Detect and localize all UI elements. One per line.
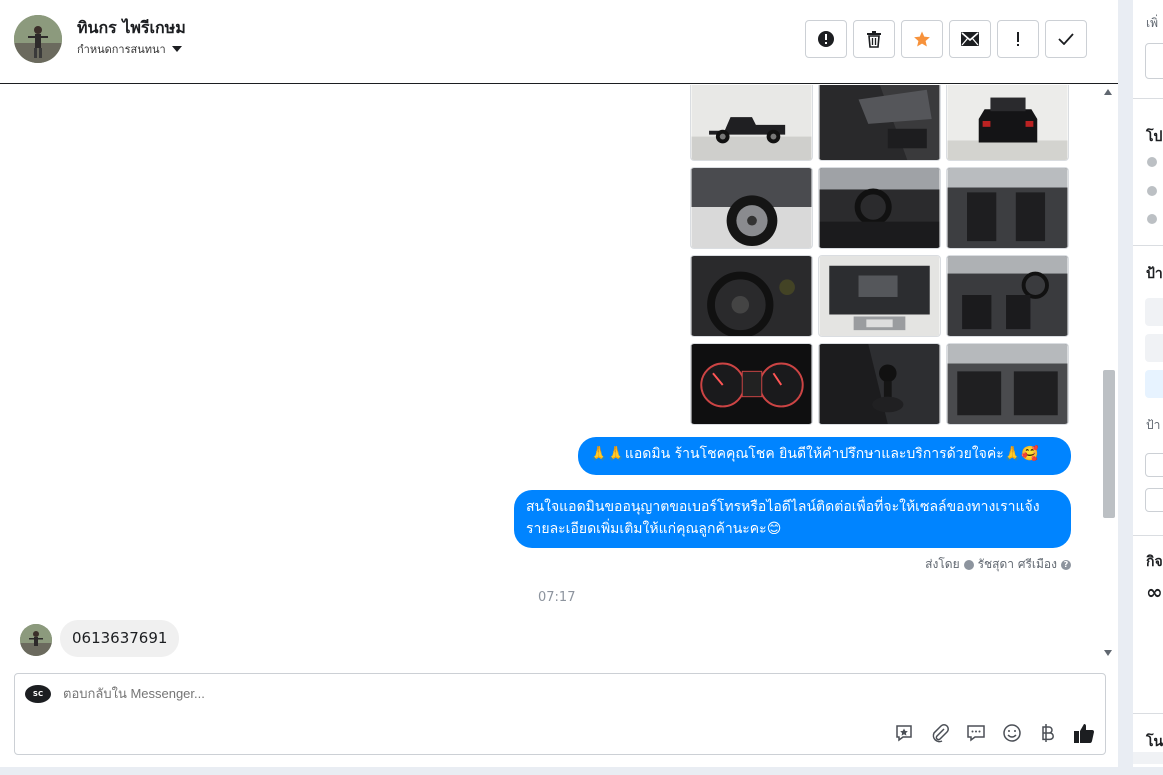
reply-composer: SC: [14, 673, 1106, 755]
sidebar-section-notes: โน: [1146, 734, 1163, 750]
payment-button[interactable]: [1037, 722, 1059, 744]
saved-reply-button[interactable]: [893, 722, 915, 744]
photo-gear-shifter[interactable]: [818, 343, 941, 425]
bottom-margin: [0, 767, 1163, 775]
contact-avatar[interactable]: [14, 15, 62, 63]
clock-icon: [1147, 157, 1157, 167]
sidebar-divider: [1133, 713, 1163, 714]
attach-icon: [932, 724, 949, 743]
baht-icon: [1042, 724, 1054, 742]
photo-interior-wide[interactable]: [946, 255, 1069, 337]
outgoing-message[interactable]: สนใจแอดมินขออนุญาตขอเบอร์โทรหรือไอดีไลน์…: [514, 490, 1071, 548]
sidebar-divider: [1133, 245, 1163, 246]
outgoing-message[interactable]: 🙏🙏แอดมิน ร้านโชคคุณโชค ยินดีให้คำปรึกษาแ…: [578, 437, 1071, 475]
sidebar-section-profile: โป: [1146, 129, 1163, 145]
sidebar-select[interactable]: [1145, 488, 1163, 512]
message-timestamp: 07:17: [538, 590, 576, 605]
alert-circle-icon: [818, 31, 834, 47]
chat-bubble-button[interactable]: [965, 722, 987, 744]
spam-button[interactable]: [805, 20, 847, 58]
conversation-actions: [805, 20, 1087, 58]
page-logo: SC: [25, 685, 51, 703]
envelope-icon: [961, 32, 979, 46]
label-chip[interactable]: [1145, 370, 1163, 398]
sidebar-section-labels: ป้า: [1146, 266, 1163, 282]
composer-tools: [893, 722, 1095, 744]
photo-dashboard[interactable]: [818, 167, 941, 249]
like-icon: [1074, 724, 1094, 743]
contact-avatar-small: [20, 624, 52, 656]
sidebar-horizontal-scrollbar[interactable]: [1133, 752, 1163, 764]
photo-attachment-grid: [690, 85, 1069, 425]
scroll-thumb[interactable]: [1103, 370, 1115, 518]
sidebar-select[interactable]: [1145, 453, 1163, 477]
meta-icon: ∞: [1146, 580, 1163, 604]
photo-wheel[interactable]: [690, 167, 813, 249]
like-button[interactable]: [1073, 722, 1095, 744]
star-button[interactable]: [901, 20, 943, 58]
conversation-pane: ทินกร ไพรีเกษม กำหนดการสนทนา 🙏🙏แอดมิน ร้…: [0, 0, 1118, 767]
sidebar-divider: [1133, 535, 1163, 536]
agent-icon: [963, 559, 974, 570]
photo-front-seats[interactable]: [946, 167, 1069, 249]
sidebar-input[interactable]: [1145, 43, 1163, 79]
pane-divider: [1118, 0, 1133, 767]
sidebar-label: ป้า: [1146, 418, 1161, 432]
mark-done-button[interactable]: [1045, 20, 1087, 58]
star-icon: [914, 31, 930, 47]
chat-bubble-icon: [967, 725, 985, 742]
photo-steering-wheel[interactable]: [690, 255, 813, 337]
exclamation-icon: [1017, 32, 1019, 46]
attach-button[interactable]: [929, 722, 951, 744]
emoji-icon: [1003, 724, 1021, 742]
incoming-message[interactable]: 0613637691: [60, 620, 180, 657]
label-chip[interactable]: [1145, 334, 1163, 362]
checkmark-icon: [1058, 33, 1074, 45]
trash-icon: [867, 31, 881, 48]
mark-unread-button[interactable]: [949, 20, 991, 58]
contact-details-sidebar: เพิ่ โป ป้า ป้า กิจ ∞ โน: [1133, 0, 1163, 767]
location-pin-icon: [1147, 214, 1157, 224]
message-list[interactable]: 🙏🙏แอดมิน ร้านโชคคุณโชค ยินดีให้คำปรึกษาแ…: [0, 85, 1100, 660]
assign-conversation-dropdown[interactable]: กำหนดการสนทนา: [77, 40, 182, 58]
photo-rear-seats[interactable]: [946, 343, 1069, 425]
assign-label: กำหนดการสนทนา: [77, 43, 166, 56]
follow-up-button[interactable]: [997, 20, 1039, 58]
sidebar-divider: [1133, 98, 1163, 99]
emoji-button[interactable]: [1001, 722, 1023, 744]
scroll-down-arrow-icon[interactable]: [1104, 650, 1112, 656]
sent-by-info: ส่งโดย รัชสุดา ศรีเมือง ?: [925, 555, 1071, 574]
photo-gauge-cluster[interactable]: [690, 343, 813, 425]
help-icon[interactable]: ?: [1061, 559, 1071, 570]
reply-input[interactable]: [63, 686, 663, 701]
conversation-header: ทินกร ไพรีเกษม กำหนดการสนทนา: [0, 0, 1118, 84]
sent-by-prefix: ส่งโดย: [925, 557, 960, 571]
message-scrollbar[interactable]: [1101, 85, 1117, 660]
sidebar-label: เพิ่: [1146, 16, 1159, 30]
saved-reply-icon: [896, 725, 912, 742]
photo-engine-bay[interactable]: [818, 255, 941, 337]
sent-by-name: รัชสุดา ศรีเมือง: [977, 557, 1057, 571]
photo-truck-rear[interactable]: [946, 85, 1069, 161]
contact-name[interactable]: ทินกร ไพรีเกษม: [77, 16, 186, 41]
location-pin-icon: [1147, 186, 1157, 196]
photo-door-interior[interactable]: [818, 85, 941, 161]
sidebar-section-activity: กิจ: [1146, 554, 1163, 570]
label-chip[interactable]: [1145, 298, 1163, 326]
caret-down-icon: [171, 46, 182, 52]
photo-truck-side[interactable]: [690, 85, 813, 161]
delete-button[interactable]: [853, 20, 895, 58]
scroll-up-arrow-icon[interactable]: [1104, 89, 1112, 95]
